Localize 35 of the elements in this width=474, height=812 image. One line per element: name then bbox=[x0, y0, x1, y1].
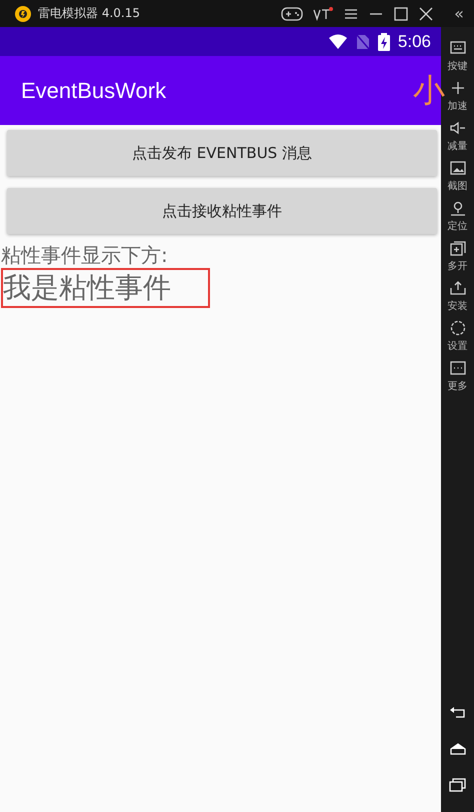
recent-apps-icon[interactable] bbox=[448, 778, 466, 792]
maximize-icon[interactable] bbox=[393, 6, 409, 22]
app-logo-icon bbox=[14, 4, 32, 22]
more-icon bbox=[448, 359, 466, 377]
volume-icon bbox=[448, 119, 466, 137]
action-button[interactable]: 点击发布 EVENTBUS 消息 bbox=[7, 130, 437, 176]
sidebar-item[interactable]: 截图 bbox=[448, 159, 468, 199]
sidebar-item[interactable]: 安装 bbox=[448, 279, 468, 319]
sidebar-item[interactable]: 设置 bbox=[448, 319, 468, 359]
screenshot-icon bbox=[448, 159, 466, 177]
back-icon[interactable] bbox=[448, 706, 466, 720]
window-title: 雷电模拟器 4.0.15 bbox=[38, 5, 140, 22]
sidebar-item[interactable]: 加速 bbox=[448, 79, 468, 119]
collapse-button[interactable]: « bbox=[444, 6, 474, 22]
gamepad-icon[interactable] bbox=[281, 6, 303, 22]
sidebar-item[interactable]: 定位 bbox=[448, 199, 468, 239]
sidebar-item[interactable]: 多开 bbox=[448, 239, 468, 279]
sidebar-item[interactable]: 按键 bbox=[448, 39, 468, 79]
multi-icon bbox=[448, 239, 466, 257]
no-sim-icon bbox=[356, 34, 370, 50]
location-icon bbox=[448, 199, 466, 217]
vt-icon[interactable] bbox=[312, 6, 334, 22]
caption-text: 粘性事件显示下方: bbox=[1, 242, 168, 268]
install-icon bbox=[448, 279, 466, 297]
sidebar-item[interactable]: 减量 bbox=[448, 119, 468, 159]
close-icon[interactable] bbox=[418, 6, 434, 22]
home-icon[interactable] bbox=[448, 742, 466, 756]
settings-icon bbox=[448, 319, 466, 337]
action-button[interactable]: 点击接收粘性事件 bbox=[7, 188, 437, 234]
battery-charging-icon bbox=[378, 32, 390, 50]
app-title: EventBusWork bbox=[21, 78, 166, 104]
wifi-icon bbox=[328, 34, 348, 50]
clock-time: 5:06 bbox=[398, 32, 431, 52]
sidebar-item[interactable]: 更多 bbox=[448, 359, 468, 399]
event-text: 我是粘性事件 bbox=[1, 268, 210, 308]
